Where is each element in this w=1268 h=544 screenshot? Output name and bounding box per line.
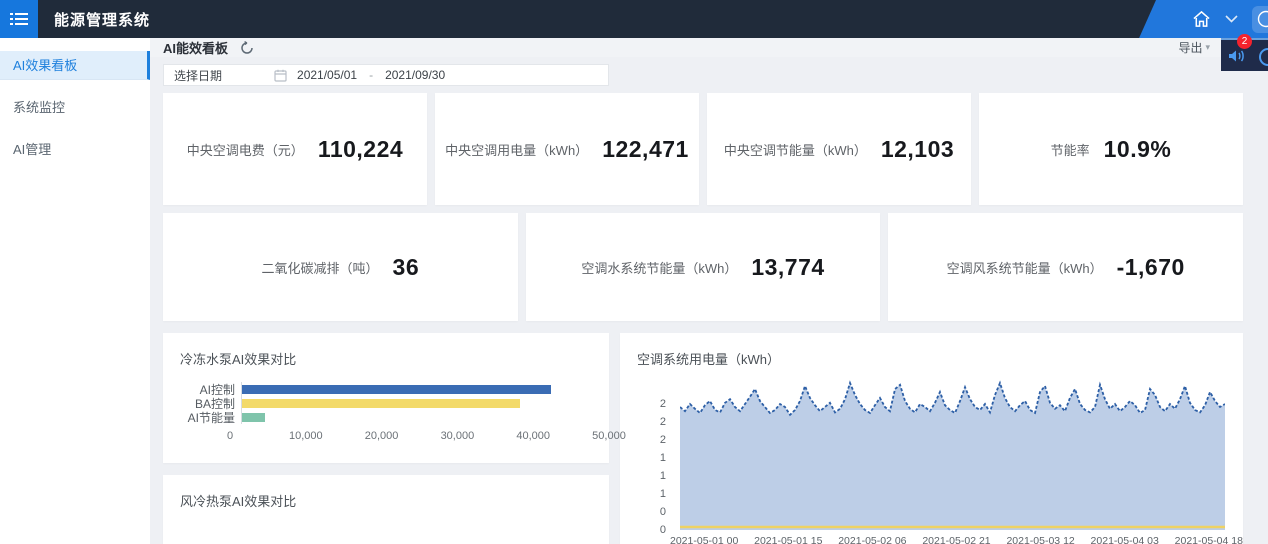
speaker-icon: [1228, 48, 1245, 64]
top-navbar: 能源管理系统: [0, 0, 1268, 38]
bar-row: AI控制: [180, 382, 589, 396]
pump-chart-x-axis: 010,00020,00030,00040,00050,000: [230, 428, 609, 444]
kpi-value: -1,670: [1117, 254, 1185, 281]
sidebar-item-2[interactable]: AI管理: [0, 135, 150, 164]
kpi-card: 空调水系统节能量（kWh） 13,774: [526, 213, 881, 321]
y-tick-label: 1: [660, 470, 666, 482]
x-tick-label: 2021-05-02 21: [922, 535, 990, 544]
x-tick-label: 30,000: [441, 430, 475, 442]
area-fill: [680, 383, 1225, 530]
y-tick-label: 2: [660, 434, 666, 446]
power-chart-y-axis: 22211100: [630, 380, 672, 530]
kpi-label: 二氧化碳减排（吨）: [262, 258, 379, 277]
pump-chart-title: 冷冻水泵AI效果对比: [163, 333, 609, 368]
kpi-card: 中央空调电费（元） 110,224: [163, 93, 427, 205]
notification-badge: 2: [1237, 34, 1252, 49]
kpi-card: 节能率 10.9%: [979, 93, 1243, 205]
kpi-label: 空调风系统节能量（kWh）: [947, 258, 1103, 277]
kpi-value: 36: [393, 254, 420, 281]
kpi-card: 二氧化碳减排（吨） 36: [163, 213, 518, 321]
refresh-icon: [240, 41, 254, 55]
x-tick-label: 2021-05-02 06: [838, 535, 906, 544]
kpi-card: 中央空调节能量（kWh） 12,103: [707, 93, 971, 205]
power-area-chart: [680, 380, 1225, 530]
bar: [242, 413, 265, 422]
user-menu-button[interactable]: [1252, 6, 1268, 33]
pump-bar-chart: AI控制BA控制AI节能量: [163, 382, 609, 424]
page-header: AI能效看板 导出 ▾: [150, 38, 1268, 57]
x-tick-label: 40,000: [516, 430, 550, 442]
bar: [242, 399, 520, 408]
kpi-card: 空调风系统节能量（kWh） -1,670: [888, 213, 1243, 321]
home-icon: [1192, 10, 1211, 28]
y-tick-label: 1: [660, 452, 666, 464]
y-tick-label: 2: [660, 398, 666, 410]
x-tick-label: 50,000: [592, 430, 626, 442]
power-consumption-panel: 空调系统用电量（kWh） 22211100 2021-05-01 002021-…: [620, 333, 1243, 544]
y-tick-label: 2: [660, 416, 666, 428]
kpi-card: 中央空调用电量（kWh） 122,471: [435, 93, 699, 205]
x-tick-label: 20,000: [365, 430, 399, 442]
kpi-label: 中央空调用电量（kWh）: [445, 140, 588, 159]
refresh-button[interactable]: [240, 41, 254, 55]
power-chart-x-axis: 2021-05-01 00 2021-05-01 15 2021-05-02 06 2…: [670, 535, 1243, 544]
x-tick-label: 0: [227, 430, 233, 442]
kpi-label: 中央空调节能量（kWh）: [724, 140, 867, 159]
menu-icon: [10, 12, 28, 26]
kpi-value: 13,774: [751, 254, 824, 281]
sidebar: AI效果看板系统监控 AI管理: [0, 38, 150, 544]
y-tick-label: 0: [660, 506, 666, 518]
kpi-row-1: 中央空调电费（元） 110,224 中央空调用电量（kWh） 122,471 中央空调节…: [163, 93, 1243, 205]
notification-widget[interactable]: 2: [1221, 38, 1268, 71]
x-tick-label: 2021-05-04 18: [1175, 535, 1243, 544]
date-separator: -: [369, 68, 373, 82]
y-tick-label: 0: [660, 524, 666, 536]
y-tick-label: 1: [660, 488, 666, 500]
heatpump-chart-title: 风冷热泵AI效果对比: [163, 475, 609, 510]
bar: [242, 385, 551, 394]
export-button[interactable]: 导出 ▾: [1178, 39, 1210, 56]
kpi-label: 空调水系统节能量（kWh）: [581, 258, 737, 277]
bar-row: AI节能量: [180, 410, 589, 424]
bar-row: BA控制: [180, 396, 589, 410]
menu-toggle-button[interactable]: [0, 0, 38, 38]
clock-icon: [1259, 48, 1268, 66]
date-start-value[interactable]: 2021/05/01: [297, 68, 357, 82]
export-label: 导出: [1178, 39, 1202, 56]
date-range-label: 选择日期: [174, 67, 222, 84]
x-tick-label: 2021-05-03 12: [1006, 535, 1074, 544]
kpi-label: 中央空调电费（元）: [187, 140, 304, 159]
user-circle-icon: [1257, 10, 1268, 28]
x-tick-label: 10,000: [289, 430, 323, 442]
kpi-value: 10.9%: [1104, 136, 1172, 163]
kpi-value: 12,103: [881, 136, 954, 163]
x-tick-label: 2021-05-01 00: [670, 535, 738, 544]
kpi-row-2: 二氧化碳减排（吨） 36 空调水系统节能量（kWh） 13,774 空调风系统节能量（k…: [163, 213, 1243, 321]
date-end-value[interactable]: 2021/09/30: [385, 68, 445, 82]
x-tick-label: 2021-05-01 15: [754, 535, 822, 544]
heatpump-comparison-panel: 风冷热泵AI效果对比: [163, 475, 609, 544]
date-range-picker[interactable]: 选择日期 2021/05/01 - 2021/09/30: [163, 64, 609, 86]
page-title: AI能效看板: [163, 38, 228, 57]
sidebar-item-0[interactable]: AI效果看板: [0, 51, 150, 80]
chevron-down-icon: [1225, 15, 1238, 23]
pump-comparison-panel: 冷冻水泵AI效果对比 AI控制BA控制AI节能量 0 10,000 20,000 30…: [163, 333, 609, 463]
app-title: 能源管理系统: [54, 9, 150, 30]
power-chart-title: 空调系统用电量（kWh）: [620, 333, 1243, 368]
chevron-down-icon: ▾: [1205, 42, 1210, 53]
collapse-header-button[interactable]: [1225, 15, 1238, 23]
kpi-value: 122,471: [602, 136, 689, 163]
x-tick-label: 2021-05-04 03: [1091, 535, 1159, 544]
calendar-icon: [274, 69, 287, 82]
bar-category-label: AI节能量: [180, 409, 241, 426]
kpi-label: 节能率: [1051, 140, 1090, 159]
sidebar-item-1[interactable]: 系统监控: [0, 93, 150, 122]
home-button[interactable]: [1192, 10, 1211, 28]
navbar-right-area: [1156, 0, 1268, 38]
kpi-value: 110,224: [318, 136, 403, 163]
